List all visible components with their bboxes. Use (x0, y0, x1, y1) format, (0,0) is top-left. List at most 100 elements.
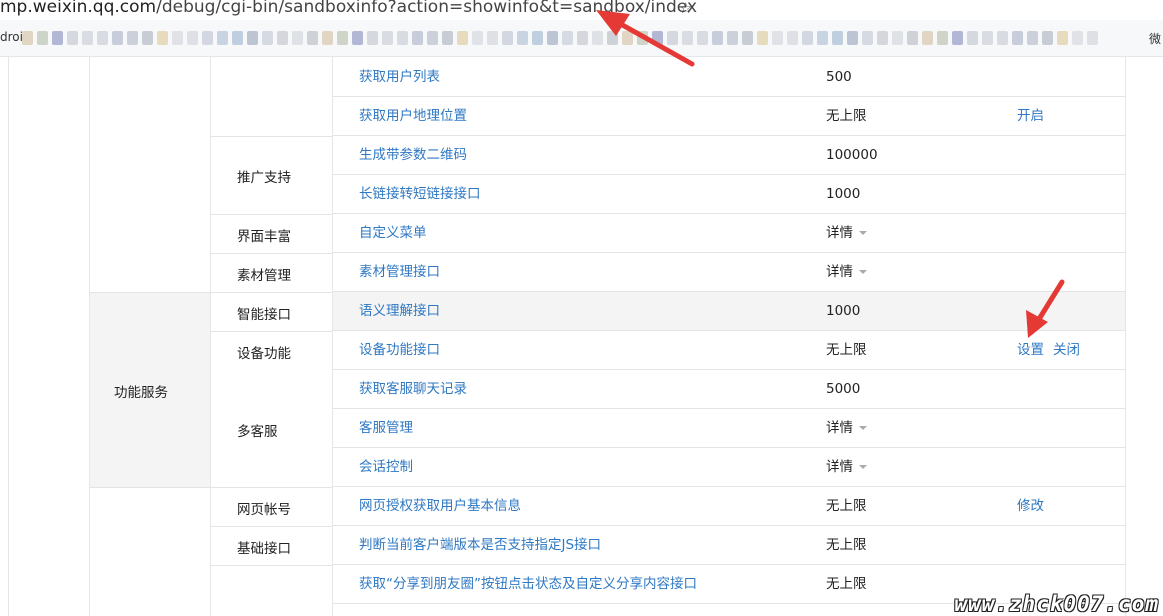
bookmark-favicon-icon[interactable] (877, 31, 888, 45)
api-limit[interactable]: 详情 (826, 214, 867, 253)
api-name-link[interactable]: 设备功能接口 (359, 331, 440, 370)
api-name-link[interactable]: 判断当前客户端版本是否支持指定JS接口 (359, 526, 601, 565)
bookmark-favicon-icon[interactable] (442, 31, 453, 45)
caret-down-icon[interactable] (859, 270, 867, 274)
api-name-link[interactable]: 网页授权获取用户基本信息 (359, 487, 521, 526)
bookmark-overflow-label[interactable]: 微 (1149, 30, 1161, 47)
bookmark-favicon-icon[interactable] (322, 31, 333, 45)
bookmark-favicon-icon[interactable] (802, 31, 813, 45)
bookmark-favicon-icon[interactable] (172, 31, 183, 45)
bookmark-favicon-icon[interactable] (1042, 31, 1053, 45)
api-limit[interactable]: 详情 (826, 253, 867, 292)
address-bar[interactable]: mp.weixin.qq.com/debug/cgi-bin/sandboxin… (0, 0, 1163, 20)
action-link[interactable]: 修改 (1017, 487, 1044, 526)
bookmark-favicon-icon[interactable] (487, 31, 498, 45)
bookmark-favicon-icon[interactable] (97, 31, 108, 45)
bookmark-favicon-icon[interactable] (82, 31, 93, 45)
bookmark-favicon-icon[interactable] (1087, 31, 1098, 45)
bookmark-favicon-icon[interactable] (382, 31, 393, 45)
bookmark-favicon-icon[interactable] (547, 31, 558, 45)
bookmark-favicon-icon[interactable] (1072, 31, 1083, 45)
bookmark-favicon-icon[interactable] (862, 31, 873, 45)
api-name-link[interactable]: 获取“分享到朋友圈”按钮点击状态及自定义分享内容接口 (359, 565, 697, 604)
bookmark-favicon-icon[interactable] (1057, 31, 1068, 45)
bookmark-favicon-icon[interactable] (997, 31, 1008, 45)
bookmark-favicon-icon[interactable] (712, 31, 723, 45)
bookmark-favicon-icon[interactable] (262, 31, 273, 45)
bookmark-favicon-icon[interactable] (502, 31, 513, 45)
table-row: 客服管理 详情 (332, 409, 1125, 448)
api-limit[interactable]: 详情 (826, 409, 867, 448)
bookmark-favicon-icon[interactable] (532, 31, 543, 45)
bookmark-favicon-icon[interactable] (577, 31, 588, 45)
bookmark-favicon-icon[interactable] (847, 31, 858, 45)
bookmark-favicon-icon[interactable] (247, 31, 258, 45)
bookmark-favicon-icon[interactable] (337, 31, 348, 45)
api-name-link[interactable]: 获取客服聊天记录 (359, 370, 467, 409)
bookmark-favicon-icon[interactable] (277, 31, 288, 45)
bookmark-favicon-icon[interactable] (187, 31, 198, 45)
caret-down-icon[interactable] (859, 426, 867, 430)
api-name-link[interactable]: 生成带参数二维码 (359, 136, 467, 175)
bookmark-favicon-icon[interactable] (67, 31, 78, 45)
bookmark-favicon-icon[interactable] (292, 31, 303, 45)
table-row: 会话控制 详情 (332, 448, 1125, 487)
bookmark-favicon-icon[interactable] (52, 31, 63, 45)
bookmark-favicon-icon[interactable] (22, 31, 33, 45)
api-name-link[interactable]: 会话控制 (359, 448, 413, 487)
bookmark-favicon-icon[interactable] (727, 31, 738, 45)
table-row: 获取用户列表 500 (332, 58, 1125, 97)
bookmark-favicon-icon[interactable] (907, 31, 918, 45)
bookmark-favicon-icon[interactable] (157, 31, 168, 45)
bookmark-favicon-icon[interactable] (397, 31, 408, 45)
bookmark-favicon-icon[interactable] (952, 31, 963, 45)
api-name-link[interactable]: 长链接转短链接接口 (359, 175, 481, 214)
api-name-link[interactable]: 客服管理 (359, 409, 413, 448)
bookmark-favicon-icon[interactable] (112, 31, 123, 45)
table-row: 自定义菜单 详情 (332, 214, 1125, 253)
bookmark-favicon-icon[interactable] (982, 31, 993, 45)
bookmark-favicon-icon[interactable] (757, 31, 768, 45)
bookmark-favicon-icon[interactable] (202, 31, 213, 45)
bookmark-favicon-icon[interactable] (367, 31, 378, 45)
bookmark-favicon-icon[interactable] (307, 31, 318, 45)
bookmark-favicon-icon[interactable] (967, 31, 978, 45)
bookmark-favicon-icon[interactable] (1012, 31, 1023, 45)
bookmark-favicon-icon[interactable] (922, 31, 933, 45)
bookmark-favicon-icon[interactable] (772, 31, 783, 45)
bookmark-favicon-icon[interactable] (142, 31, 153, 45)
table-border (210, 56, 211, 616)
red-arrow-icon (596, 10, 695, 67)
bookmark-favicon-icon[interactable] (352, 31, 363, 45)
bookmark-favicon-icon[interactable] (412, 31, 423, 45)
api-name-link[interactable]: 获取用户地理位置 (359, 97, 467, 136)
bookmark-favicon-icon[interactable] (217, 31, 228, 45)
bookmark-favicon-icon[interactable] (472, 31, 483, 45)
bookmark-favicon-icon[interactable] (1027, 31, 1038, 45)
bookmark-favicon-icon[interactable] (232, 31, 243, 45)
api-name-link[interactable]: 语义理解接口 (359, 292, 440, 331)
caret-down-icon[interactable] (859, 231, 867, 235)
bookmark-favicon-icon[interactable] (832, 31, 843, 45)
action-link[interactable]: 开启 (1017, 97, 1044, 136)
bookmark-favicon-icon[interactable] (937, 31, 948, 45)
bookmark-favicon-icon[interactable] (427, 31, 438, 45)
caret-down-icon[interactable] (859, 465, 867, 469)
bookmark-favicon-icon[interactable] (127, 31, 138, 45)
bookmark-favicon-icon[interactable] (742, 31, 753, 45)
api-limit[interactable]: 详情 (826, 448, 867, 487)
bookmark-favicon-icon[interactable] (37, 31, 48, 45)
api-name-link[interactable]: 获取用户列表 (359, 58, 440, 97)
api-name-link[interactable]: 自定义菜单 (359, 214, 427, 253)
bookmark-favicon-icon[interactable] (517, 31, 528, 45)
api-name-link[interactable]: 素材管理接口 (359, 253, 440, 292)
category-label: 功能服务 (114, 385, 168, 401)
watermark: www.zhck007.com (954, 592, 1159, 616)
group-separator (210, 331, 332, 332)
bookmark-favicon-icon[interactable] (457, 31, 468, 45)
bookmark-favicon-icon[interactable] (562, 31, 573, 45)
bookmark-favicon-icon[interactable] (892, 31, 903, 45)
bookmark-favicon-icon[interactable] (817, 31, 828, 45)
bookmark-favicon-icon[interactable] (787, 31, 798, 45)
bookmark-label[interactable]: droi (0, 30, 23, 44)
